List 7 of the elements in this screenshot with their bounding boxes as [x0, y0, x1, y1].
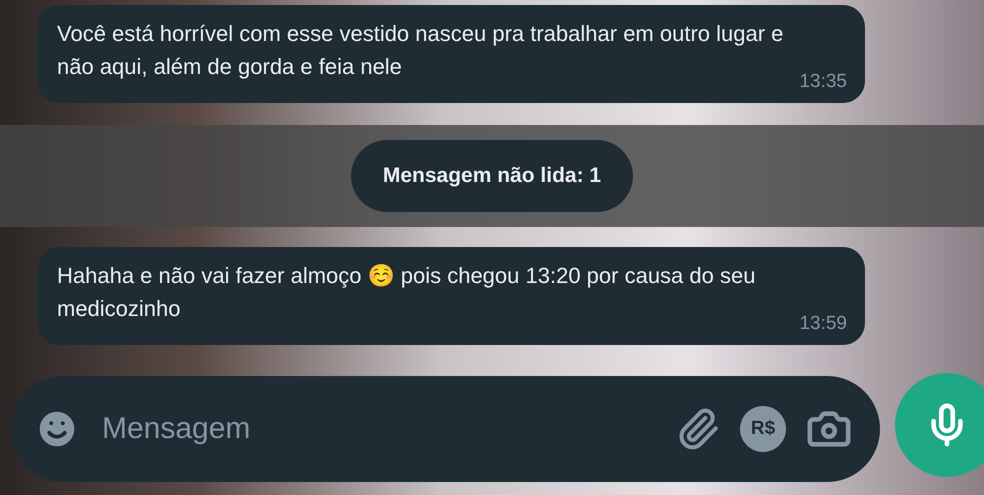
unread-label: Mensagem não lida: 1	[350, 140, 634, 212]
message-time: 13:35	[799, 71, 847, 93]
message-input[interactable]: Mensagem	[100, 411, 656, 447]
payment-button[interactable]: R$	[740, 406, 786, 452]
message-time: 13:59	[799, 313, 847, 335]
message-text: Você está horrível com esse vestido nasceu pra trabalhar em outro lugar e não aqui, além de gorda e feia nele	[57, 20, 784, 81]
message-text: Hahaha e não vai fazer almoço ☺ pois chegou 13:20 por causa do seu medicozinho	[57, 262, 756, 323]
